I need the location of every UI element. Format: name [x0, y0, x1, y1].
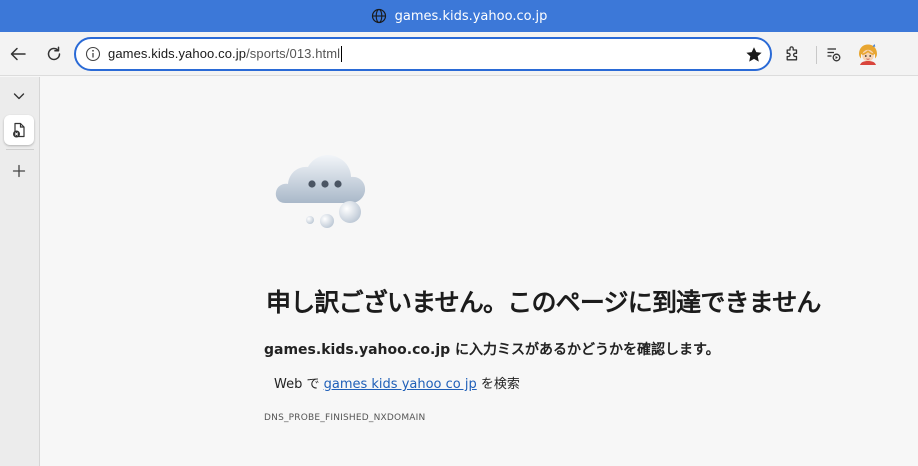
window-title: games.kids.yahoo.co.jp	[394, 8, 548, 24]
reload-icon	[47, 46, 61, 61]
url-text[interactable]: games.kids.yahoo.co.jp/sports/013.html	[108, 45, 343, 63]
globe-icon	[371, 8, 387, 24]
plus-icon	[12, 164, 26, 178]
star-icon[interactable]	[744, 45, 764, 65]
vertical-tabs-sidebar	[0, 77, 40, 466]
error-page: 申し訳ございません。このページに到達できません games.kids.yahoo…	[41, 77, 918, 466]
error-headline: 申し訳ございません。このページに到達できません	[266, 288, 821, 317]
profile-button[interactable]	[854, 40, 882, 68]
error-detail: games.kids.yahoo.co.jp に入力ミスがあるかどうかを確認しま…	[264, 339, 720, 359]
sidebar-divider	[6, 149, 34, 150]
collapse-tabs-button[interactable]	[4, 81, 34, 111]
text-caret	[341, 46, 343, 63]
media-control-icon	[827, 48, 841, 62]
active-tab[interactable]	[4, 115, 34, 145]
search-suffix: を検索	[476, 377, 520, 392]
error-page-tab-icon	[13, 122, 25, 138]
search-link[interactable]: games kids yahoo co jp	[324, 377, 477, 392]
url-domain: games.kids.yahoo.co.jp	[108, 45, 247, 61]
search-prefix: Web で	[274, 377, 324, 392]
chevron-down-icon	[13, 93, 25, 100]
puzzle-icon	[786, 46, 798, 61]
search-suggestion: Web で games kids yahoo co jp を検索	[274, 373, 520, 392]
new-tab-button[interactable]	[4, 156, 34, 186]
address-bar[interactable]: games.kids.yahoo.co.jp/sports/013.html	[74, 37, 772, 71]
url-path: /sports/013.html	[246, 45, 341, 61]
title-bar: games.kids.yahoo.co.jp	[0, 0, 918, 32]
extensions-button[interactable]	[778, 40, 806, 68]
info-icon[interactable]	[84, 45, 102, 63]
toolbar-divider	[816, 46, 817, 64]
back-button[interactable]	[4, 40, 32, 68]
media-control-button[interactable]	[820, 40, 848, 68]
back-arrow-icon	[10, 47, 26, 61]
reload-button[interactable]	[40, 40, 68, 68]
cloud-icon	[275, 147, 383, 235]
error-code: DNS_PROBE_FINISHED_NXDOMAIN	[264, 413, 426, 423]
error-detail-domain: games.kids.yahoo.co.jp	[264, 342, 451, 358]
error-detail-text: に入力ミスがあるかどうかを確認します。	[450, 342, 720, 358]
avatar	[859, 44, 877, 65]
browser-toolbar: games.kids.yahoo.co.jp/sports/013.html	[0, 32, 918, 76]
